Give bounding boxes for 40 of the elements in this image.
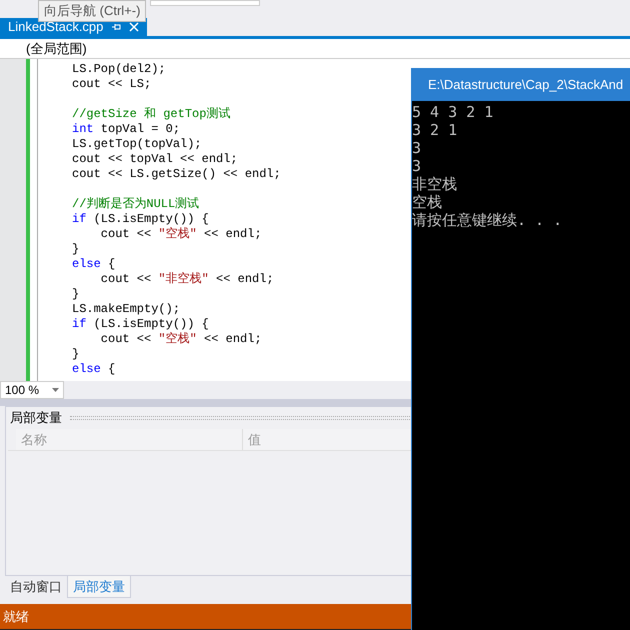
console-output-line: 5 4 3 2 1 [412,104,494,120]
code-line: cout << LS.getSize() << endl; [72,168,281,180]
code-line: //getSize 和 getTop测试 [72,108,230,120]
console-output-line: 3 [412,158,422,174]
console-output-line: 3 2 1 [412,122,458,138]
code-line: //判断是否为NULL测试 [72,198,200,210]
code-line: cout << "空栈" << endl; [100,332,262,344]
zoom-dropdown[interactable]: 100 % [0,381,64,399]
console-output-line: 3 [412,140,422,156]
code-line: int topVal = 0; [72,122,180,134]
toolbar-field[interactable] [150,0,260,6]
code-line: if (LS.isEmpty()) { [72,318,209,330]
panel-title: 局部变量 [10,409,62,428]
code-line: else { [72,362,116,374]
code-line: LS.getTop(topVal); [72,138,202,150]
console-output-line: 空栈 [412,194,442,210]
code-line: cout << "非空栈" << endl; [100,272,274,284]
code-line: else { [72,258,116,270]
column-header[interactable]: 值 [248,430,261,450]
tooltip: 向后导航 (Ctrl+-) [38,0,146,22]
code-line: } [72,242,80,254]
scope-dropdown[interactable]: (全局范围) [26,42,87,55]
console-output-line: 非空栈 [412,176,457,192]
code-line: cout << LS; [72,78,152,90]
panel-tab[interactable]: 局部变量 [67,576,131,598]
pin-icon[interactable] [111,22,122,32]
code-line: cout << topVal << endl; [72,152,238,164]
dropdown-arrow-icon [52,388,59,392]
console-title: E:\Datastructure\Cap_2\StackAnd [428,76,624,94]
status-text: 就绪 [3,608,29,626]
column-header[interactable]: 名称 [21,430,47,450]
code-line: } [72,348,80,360]
close-icon[interactable] [129,22,140,32]
panel-tab[interactable]: 自动窗口 [5,576,67,598]
code-line: LS.makeEmpty(); [72,302,180,314]
console-output-line: 请按任意键继续. . . [412,212,562,228]
code-line: LS.Pop(del2); [72,62,166,74]
code-line: cout << "空栈" << endl; [100,228,262,240]
code-line: } [72,288,80,300]
code-line: if (LS.isEmpty()) { [72,212,209,224]
